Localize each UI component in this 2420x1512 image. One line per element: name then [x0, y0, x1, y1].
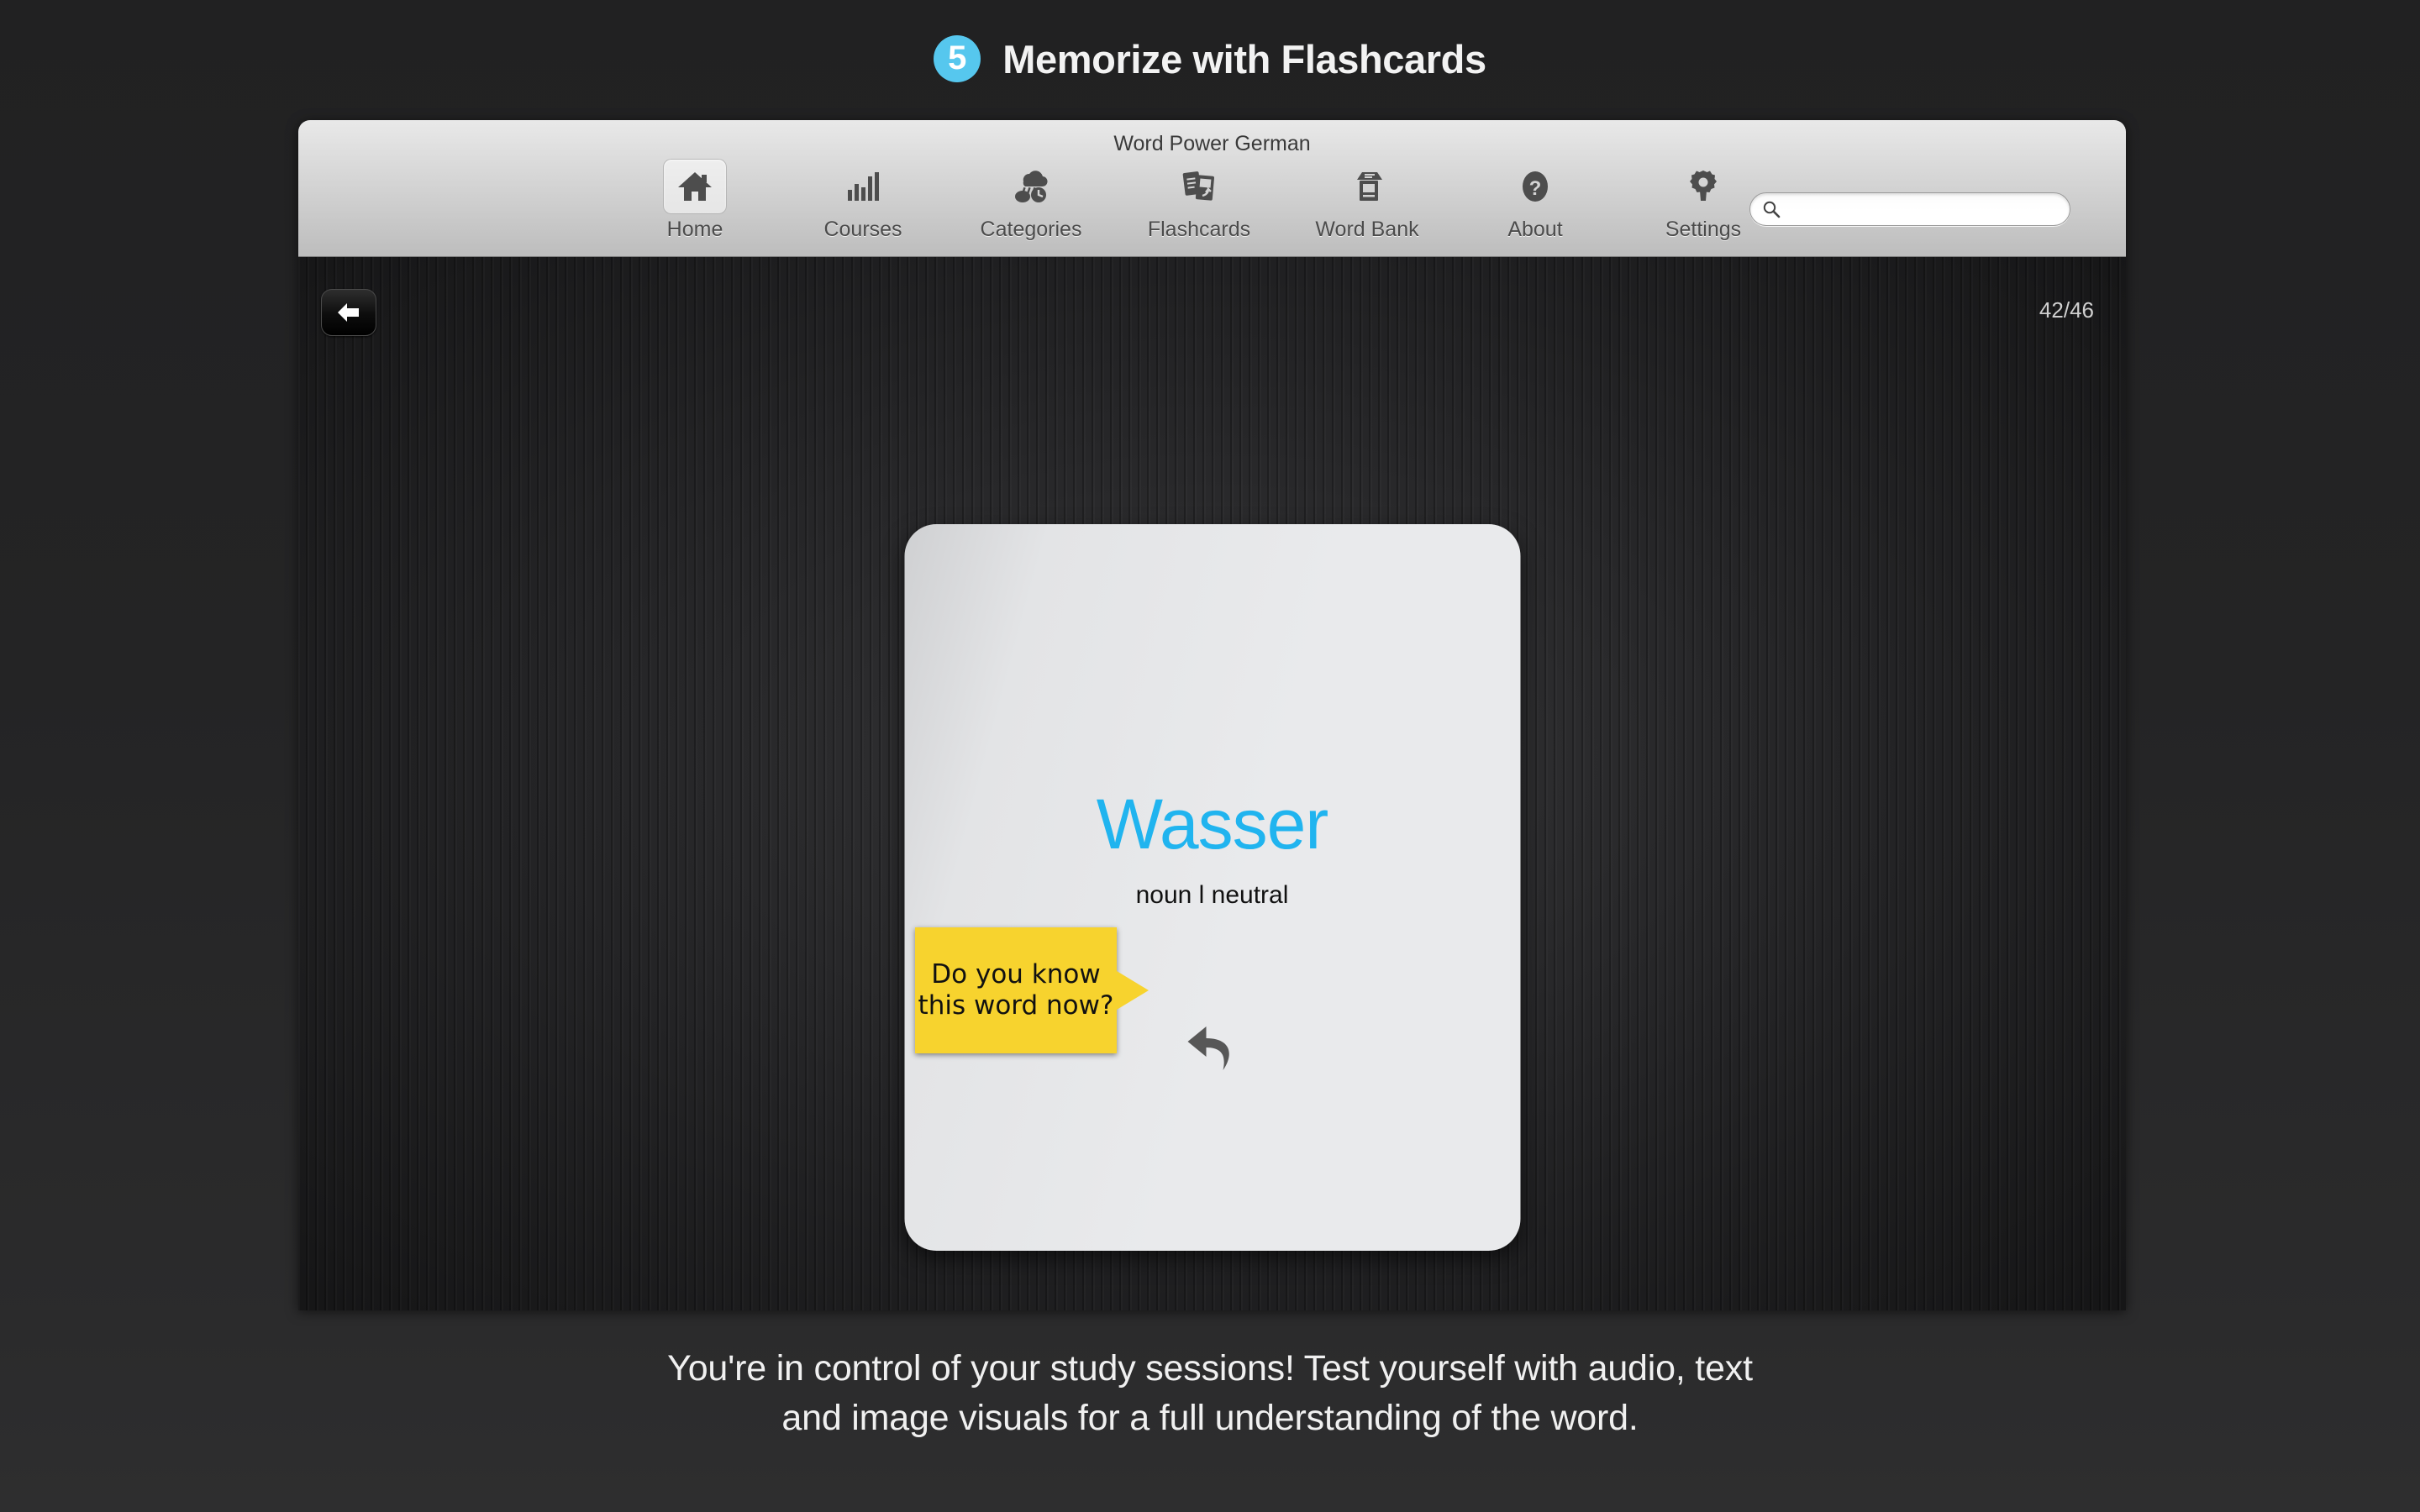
- caption-line-1: You're in control of your study sessions…: [667, 1348, 1753, 1389]
- caption-line-2: and image visuals for a full understandi…: [781, 1398, 1639, 1439]
- toolbar-item-about[interactable]: ? About: [1451, 159, 1619, 242]
- window-title: Word Power German: [1113, 132, 1311, 155]
- home-icon: [678, 172, 712, 201]
- card-counter: 42/46: [2039, 297, 2094, 323]
- toolbar-label-settings: Settings: [1665, 218, 1742, 241]
- app-content: 42/46 Wasser noun l neutral Do you know …: [298, 257, 2126, 1310]
- flashcard-part-of-speech: noun l neutral: [1135, 881, 1289, 909]
- search-input[interactable]: [1787, 198, 2039, 220]
- toolbar-item-home[interactable]: Home: [611, 159, 779, 242]
- tooltip-callout: Do you know this word now?: [915, 927, 1149, 1053]
- search-icon: [1763, 201, 1781, 218]
- flashcard[interactable]: Wasser noun l neutral: [904, 524, 1520, 1251]
- toolbar-label-about: About: [1507, 218, 1563, 241]
- toolbar-item-flashcards[interactable]: Flashcards: [1115, 159, 1283, 242]
- page-header: 5 Memorize with Flashcards: [0, 0, 2420, 118]
- page-root: 5 Memorize with Flashcards Word Power Ge…: [0, 0, 2420, 1512]
- app-toolbar: Word Power German Home Courses Categorie…: [298, 120, 2126, 257]
- about-iconbox: ?: [1503, 159, 1567, 214]
- search-wrapper: [1749, 192, 2070, 226]
- tooltip-callout-text: Do you know this word now?: [918, 959, 1114, 1021]
- flashcards-icon: [1182, 171, 1215, 201]
- toolbar-label-home: Home: [666, 218, 723, 241]
- app-window: Word Power German Home Courses Categorie…: [298, 120, 2126, 1310]
- question-mark-icon: ?: [1523, 171, 1548, 202]
- flashcards-iconbox: [1167, 159, 1231, 214]
- categories-iconbox: [999, 159, 1063, 214]
- word-bank-iconbox: [1335, 159, 1399, 214]
- page-caption: You're in control of your study sessions…: [0, 1344, 2420, 1444]
- toolbar-item-categories[interactable]: Categories: [947, 159, 1115, 242]
- search-field[interactable]: [1749, 192, 2070, 226]
- undo-arrow-icon: [1187, 1026, 1229, 1070]
- toolbar-label-flashcards: Flashcards: [1147, 218, 1251, 241]
- callout-tail: [1117, 971, 1149, 1010]
- back-button[interactable]: [321, 289, 376, 336]
- left-arrow-icon: [338, 303, 359, 322]
- toolbar-label-courses: Courses: [823, 218, 902, 241]
- card-box-icon: [1357, 172, 1382, 201]
- toolbar-items: Home Courses Categories Flashcards Word …: [611, 159, 1787, 242]
- svg-text:?: ?: [1529, 177, 1542, 200]
- flashcard-flip-button[interactable]: [1181, 1021, 1244, 1081]
- step-number-badge: 5: [934, 35, 981, 82]
- settings-iconbox: [1671, 159, 1735, 214]
- courses-iconbox: [831, 159, 895, 214]
- toolbar-item-word-bank[interactable]: Word Bank: [1283, 159, 1451, 242]
- bar-chart-icon: [848, 172, 879, 201]
- toolbar-item-courses[interactable]: Courses: [779, 159, 947, 242]
- home-iconbox: [663, 159, 727, 214]
- flashcard-word: Wasser: [1096, 785, 1329, 864]
- page-title: Memorize with Flashcards: [1002, 36, 1486, 81]
- gear-icon: [1690, 171, 1717, 201]
- toolbar-label-categories: Categories: [980, 218, 1082, 241]
- toolbar-label-word-bank: Word Bank: [1315, 218, 1419, 241]
- cloud-rain-clock-icon: [1015, 171, 1048, 202]
